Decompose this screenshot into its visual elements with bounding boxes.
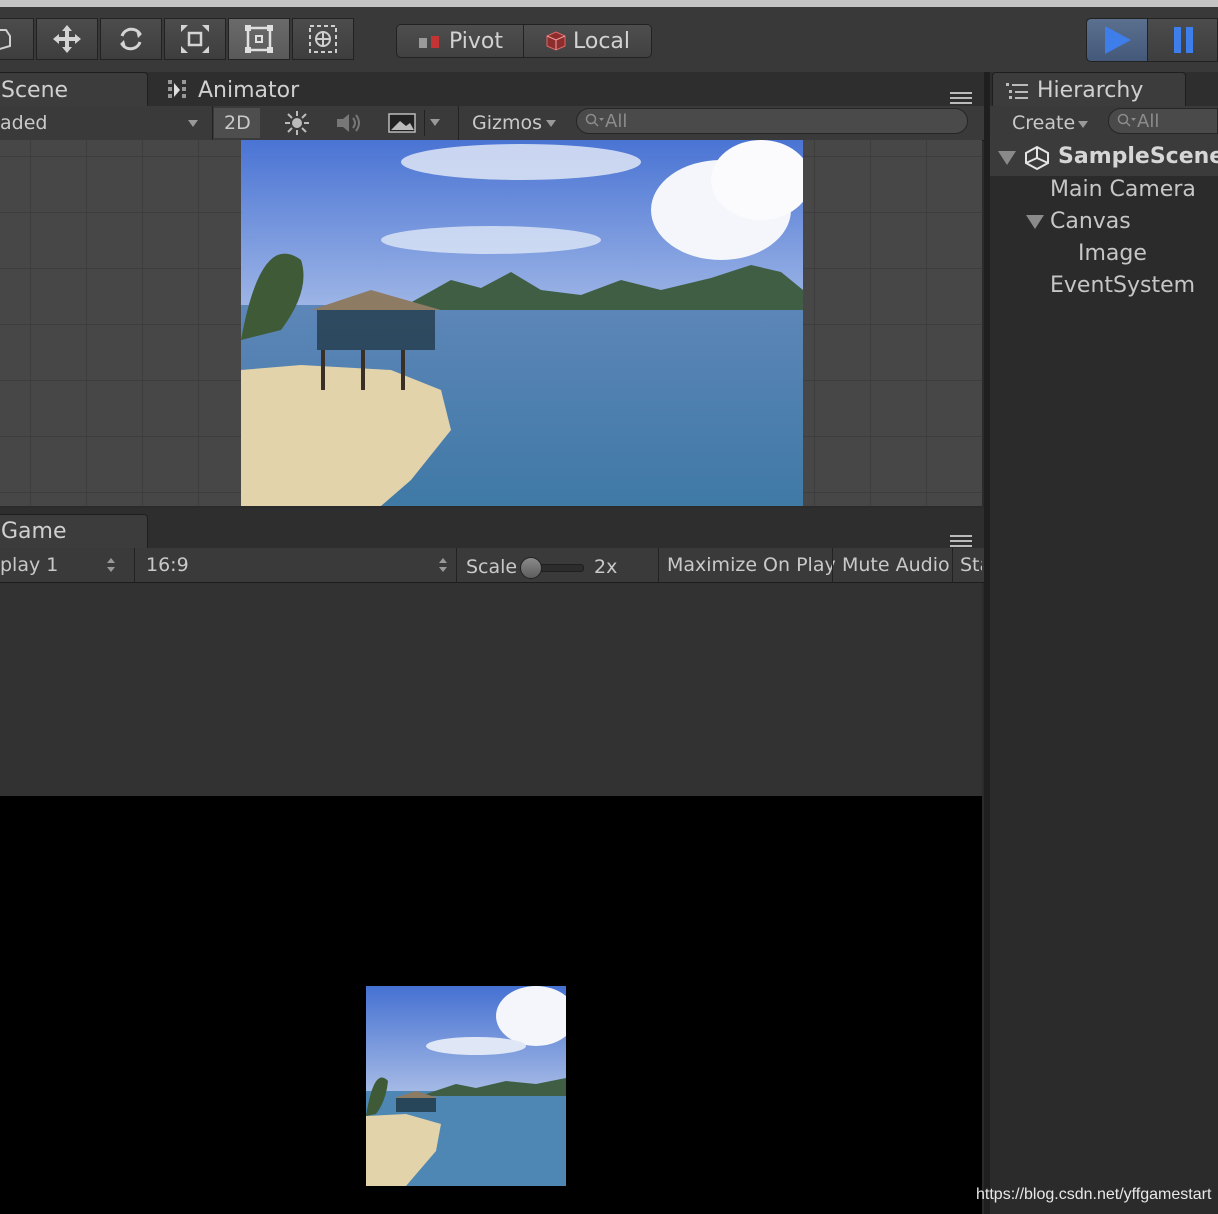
- rect-transform-icon: [245, 25, 273, 53]
- move-arrows-icon: [53, 25, 81, 53]
- hierarchy-item-canvas[interactable]: Canvas: [1050, 209, 1131, 234]
- divider: [212, 106, 213, 140]
- search-icon: [585, 113, 604, 127]
- updown-arrows-icon: [439, 558, 447, 572]
- scale-label: Scale: [466, 556, 518, 578]
- hierarchy-item-image[interactable]: Image: [1078, 241, 1147, 266]
- play-button[interactable]: [1086, 18, 1148, 62]
- hierarchy-search-input[interactable]: All: [1108, 108, 1218, 134]
- game-image-thumbnail: [366, 986, 566, 1186]
- aspect-label: 16:9: [146, 554, 189, 576]
- rotate-icon: [120, 27, 142, 51]
- gizmos-dropdown[interactable]: Gizmos: [460, 106, 560, 140]
- tab-animator-label: Animator: [198, 77, 300, 103]
- pivot-toggle-button[interactable]: Pivot: [396, 24, 524, 58]
- divider: [134, 548, 135, 582]
- scene-panel-menu-icon[interactable]: [950, 89, 972, 107]
- display-dropdown[interactable]: play 1: [0, 548, 124, 582]
- search-placeholder: All: [605, 110, 628, 132]
- stats-toggle[interactable]: Sta: [960, 554, 982, 576]
- mute-audio-toggle[interactable]: Mute Audio: [842, 554, 950, 576]
- play-icon: [1105, 26, 1131, 54]
- chevron-down-icon: [546, 120, 556, 127]
- move-tool-button[interactable]: [36, 18, 98, 60]
- local-toggle-button[interactable]: Local: [523, 24, 652, 58]
- maximize-on-play-toggle[interactable]: Maximize On Play: [667, 554, 836, 576]
- panel-splitter[interactable]: [984, 72, 990, 1214]
- local-label: Local: [572, 28, 631, 54]
- scale-icon: [181, 25, 209, 53]
- transform-tool-button[interactable]: [292, 18, 354, 60]
- pivot-label: Pivot: [448, 28, 503, 54]
- expand-triangle-icon[interactable]: [1026, 215, 1044, 229]
- updown-arrows-icon: [107, 558, 115, 572]
- title-strip: [0, 0, 1218, 7]
- scale-slider-thumb[interactable]: [520, 557, 542, 579]
- search-placeholder: All: [1137, 110, 1160, 132]
- tab-game[interactable]: Game: [0, 514, 148, 548]
- scene-viewport[interactable]: [0, 140, 982, 506]
- unity-logo-icon: [1025, 145, 1049, 171]
- tab-scene[interactable]: Scene: [0, 72, 148, 108]
- divider: [456, 548, 457, 582]
- hand-tool-button[interactable]: [0, 18, 34, 60]
- gizmos-label: Gizmos: [472, 112, 543, 134]
- pivot-icon: [418, 36, 439, 48]
- landscape-image-sprite[interactable]: [241, 140, 803, 506]
- scale-tool-button[interactable]: [164, 18, 226, 60]
- hierarchy-item-main-camera[interactable]: Main Camera: [1050, 177, 1196, 202]
- display-label: play 1: [0, 554, 59, 576]
- pause-button[interactable]: [1147, 18, 1218, 62]
- create-dropdown[interactable]: Create: [1000, 106, 1094, 140]
- chevron-down-icon: [1078, 121, 1088, 128]
- create-label: Create: [1012, 112, 1076, 134]
- chevron-down-icon: [188, 120, 198, 127]
- divider: [952, 548, 953, 582]
- hierarchy-row-scene[interactable]: SampleScene: [990, 140, 1218, 176]
- scale-value: 2x: [594, 556, 618, 578]
- hierarchy-list-icon: [1006, 82, 1028, 99]
- shading-mode-dropdown[interactable]: aded: [0, 112, 47, 134]
- game-view-letterbox: [0, 583, 982, 796]
- scene-name: SampleScene: [1058, 144, 1218, 169]
- tab-scene-label: Scene: [1, 78, 69, 103]
- hand-icon: [0, 29, 11, 50]
- tab-hierarchy[interactable]: Hierarchy: [992, 72, 1186, 108]
- aspect-ratio-dropdown[interactable]: 16:9: [136, 548, 454, 582]
- tab-game-label: Game: [1, 519, 67, 544]
- game-view-render[interactable]: [0, 796, 982, 1214]
- expand-triangle-icon[interactable]: [998, 151, 1016, 165]
- local-cube-icon: [546, 31, 566, 51]
- effects-chevron-down-icon[interactable]: [430, 119, 440, 127]
- tab-animator[interactable]: Animator: [166, 72, 326, 108]
- rotate-tool-button[interactable]: [100, 18, 162, 60]
- search-icon: [1117, 113, 1136, 127]
- audio-speaker-icon[interactable]: [334, 110, 364, 136]
- hierarchy-item-eventsystem[interactable]: EventSystem: [1050, 273, 1195, 298]
- lighting-sun-icon[interactable]: [284, 110, 310, 136]
- rect-tool-button[interactable]: [228, 18, 290, 60]
- tab-hierarchy-label: Hierarchy: [1037, 78, 1144, 103]
- divider: [658, 548, 659, 582]
- divider: [832, 548, 833, 582]
- animator-icon: [168, 80, 186, 98]
- 2d-mode-toggle[interactable]: 2D: [214, 108, 260, 138]
- 2d-label: 2D: [224, 112, 251, 134]
- scene-search-input[interactable]: All: [576, 108, 968, 134]
- pause-icon: [1173, 27, 1193, 53]
- effects-image-icon[interactable]: [388, 112, 416, 134]
- watermark-text: https://blog.csdn.net/yffgamestart: [976, 1186, 1212, 1203]
- transform-icon: [309, 25, 337, 53]
- divider: [458, 106, 459, 140]
- divider: [424, 110, 425, 136]
